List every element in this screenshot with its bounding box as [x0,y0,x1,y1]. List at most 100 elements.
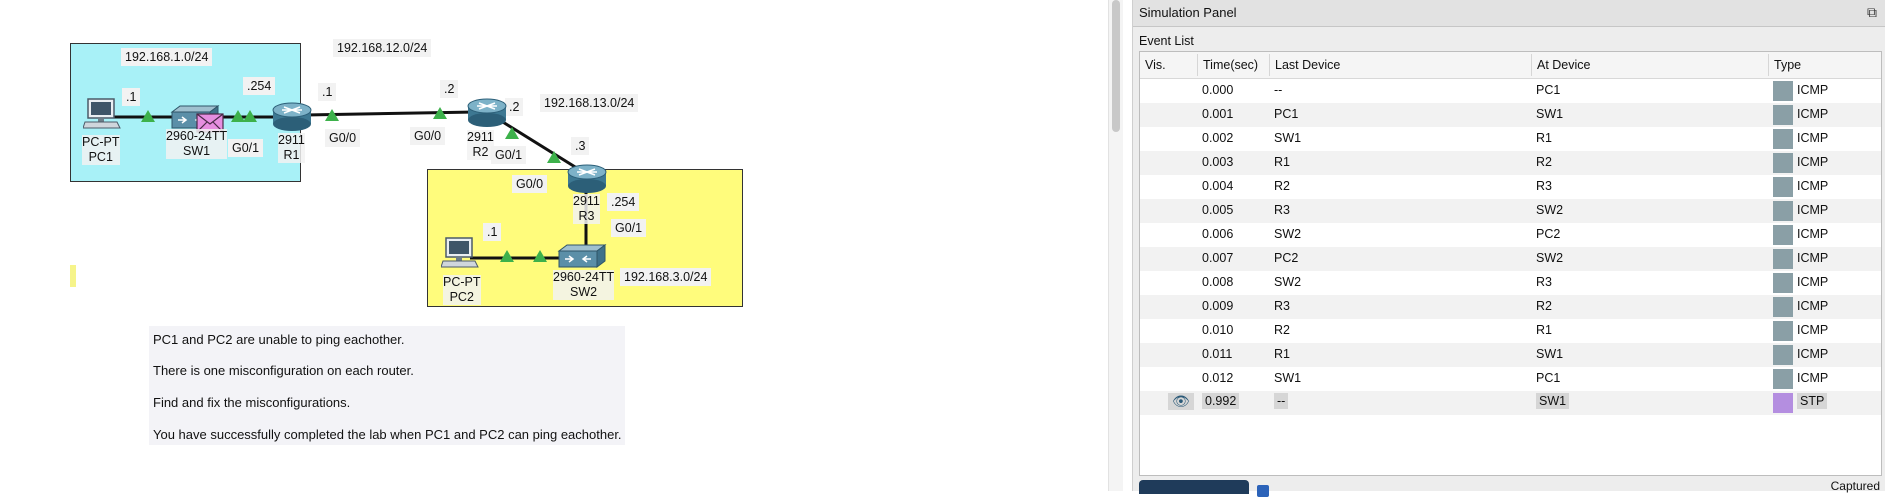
event-type: ICMP [1797,371,1829,385]
event-type-color-icon[interactable] [1773,345,1793,365]
event-row[interactable]: 0.003 R1 R2 ICMP [1140,151,1881,175]
sw2-label: 2960-24TT SW2 [553,270,615,300]
pc2-label: PC-PT PC2 [443,275,481,305]
event-type: ICMP [1797,299,1829,313]
column-divider[interactable] [1197,54,1198,76]
event-last-device: SW2 [1274,275,1302,289]
event-last-device: R1 [1274,155,1290,169]
subnet-label-lan3: 192.168.3.0/24 [620,268,712,286]
event-at-device: SW1 [1536,393,1570,409]
r2-icon[interactable] [465,96,509,128]
pc2-icon[interactable] [441,237,479,269]
constant-delay-checkbox[interactable] [1257,485,1269,497]
note-line: Find and fix the misconfigurations. [153,395,351,410]
event-type: ICMP [1797,131,1829,145]
event-type: ICMP [1797,251,1829,265]
lab-notes[interactable]: PC1 and PC2 are unable to ping eachother… [149,326,625,445]
event-type-color-icon[interactable] [1773,153,1793,173]
r1-name: R1 [283,148,300,162]
event-row[interactable]: 0.010 R2 R1 ICMP [1140,319,1881,343]
event-row[interactable]: 0.002 SW1 R1 ICMP [1140,127,1881,151]
port-label-r1-g00: G0/0 [325,129,361,147]
event-last-device: R2 [1274,323,1290,337]
event-last-device: SW2 [1274,227,1302,241]
sw2-icon[interactable] [555,243,611,271]
event-type-color-icon[interactable] [1773,273,1793,293]
pc1-icon[interactable] [83,98,121,130]
event-time: 0.012 [1202,371,1234,385]
port-label-r1-g01: G0/1 [228,139,264,157]
subnet-label-lan1: 192.168.1.0/24 [121,48,213,66]
event-row[interactable]: 0.012 SW1 PC1 ICMP [1140,367,1881,391]
event-type: ICMP [1797,83,1829,97]
event-at-device: R3 [1536,179,1552,193]
subnet-label-link13: 192.168.13.0/24 [540,94,639,112]
event-row[interactable]: 0.007 PC2 SW2 ICMP [1140,247,1881,271]
addr-label-r1-wan: .1 [318,83,337,101]
addr-label-r3-lan: .254 [607,193,640,211]
event-type-color-icon[interactable] [1773,81,1793,101]
column-divider[interactable] [1531,54,1532,76]
event-type-color-icon[interactable] [1773,249,1793,269]
event-row[interactable]: 0.011 R1 SW1 ICMP [1140,343,1881,367]
panel-header: Simulation Panel ⧉ [1133,0,1885,27]
column-header-last-device[interactable]: Last Device [1275,58,1340,72]
addr-label-r1-lan: .254 [243,77,276,95]
event-type-color-icon[interactable] [1773,201,1793,221]
sw1-model: 2960-24TT [166,129,228,143]
visible-eye-icon[interactable]: 👁 [1168,393,1194,410]
undock-icon[interactable]: ⧉ [1864,4,1880,20]
scrollbar-thumb[interactable] [1112,0,1120,132]
event-at-device: PC1 [1536,371,1561,385]
sw1-label: 2960-24TT SW1 [166,129,228,159]
event-type-color-icon[interactable] [1773,369,1793,389]
sw2-model: 2960-24TT [553,270,615,284]
simulation-panel: Simulation Panel ⧉ Event List Vis. Time(… [1132,0,1885,497]
event-time: 0.010 [1202,323,1234,337]
pc1-label: PC-PT PC1 [82,135,120,165]
column-header-at-device[interactable]: At Device [1537,58,1591,72]
event-type-color-icon[interactable] [1773,105,1793,125]
event-type-color-icon[interactable] [1773,321,1793,341]
r2-name: R2 [472,145,489,159]
event-row[interactable]: 0.009 R3 R2 ICMP [1140,295,1881,319]
event-type-color-icon[interactable] [1773,177,1793,197]
event-row[interactable]: 0.000 -- PC1 ICMP [1140,79,1881,103]
event-type-color-icon[interactable] [1773,129,1793,149]
event-row[interactable]: 0.001 PC1 SW1 ICMP [1140,103,1881,127]
event-time: 0.007 [1202,251,1234,265]
r1-model: 2911 [278,133,305,147]
event-row[interactable]: 👁 0.992 -- SW1 STP [1140,391,1881,415]
reset-simulation-button[interactable] [1139,480,1249,494]
logical-workspace[interactable]: 192.168.1.0/24 192.168.12.0/24 192.168.1… [0,0,1108,491]
event-type: ICMP [1797,107,1829,121]
event-row[interactable]: 0.004 R2 R3 ICMP [1140,175,1881,199]
event-type: ICMP [1797,347,1829,361]
event-row[interactable]: 0.005 R3 SW2 ICMP [1140,199,1881,223]
r3-icon[interactable] [565,162,609,194]
event-type-color-icon[interactable] [1773,297,1793,317]
column-divider[interactable] [1768,54,1769,76]
event-row[interactable]: 0.008 SW2 R3 ICMP [1140,271,1881,295]
event-type-color-icon[interactable] [1773,225,1793,245]
column-header-time[interactable]: Time(sec) [1203,58,1258,72]
column-header-type[interactable]: Type [1774,58,1801,72]
event-time: 0.005 [1202,203,1234,217]
event-type: ICMP [1797,155,1829,169]
pc2-model: PC-PT [443,275,481,289]
event-type: STP [1797,393,1828,409]
sw1-name: SW1 [183,144,211,158]
event-at-device: R2 [1536,155,1552,169]
event-time: 0.011 [1202,347,1233,361]
event-time: 0.008 [1202,275,1234,289]
event-row[interactable]: 0.006 SW2 PC2 ICMP [1140,223,1881,247]
event-last-device: -- [1274,83,1283,97]
column-divider[interactable] [1269,54,1270,76]
event-last-device: R3 [1274,299,1290,313]
event-list-table[interactable]: Vis. Time(sec) Last Device At Device Typ… [1139,51,1882,476]
event-type-color-icon[interactable] [1773,393,1793,413]
r1-icon[interactable] [270,100,314,132]
workspace-scrollbar[interactable] [1108,0,1123,491]
event-list-label: Event List [1139,34,1194,48]
column-header-vis[interactable]: Vis. [1145,58,1166,72]
